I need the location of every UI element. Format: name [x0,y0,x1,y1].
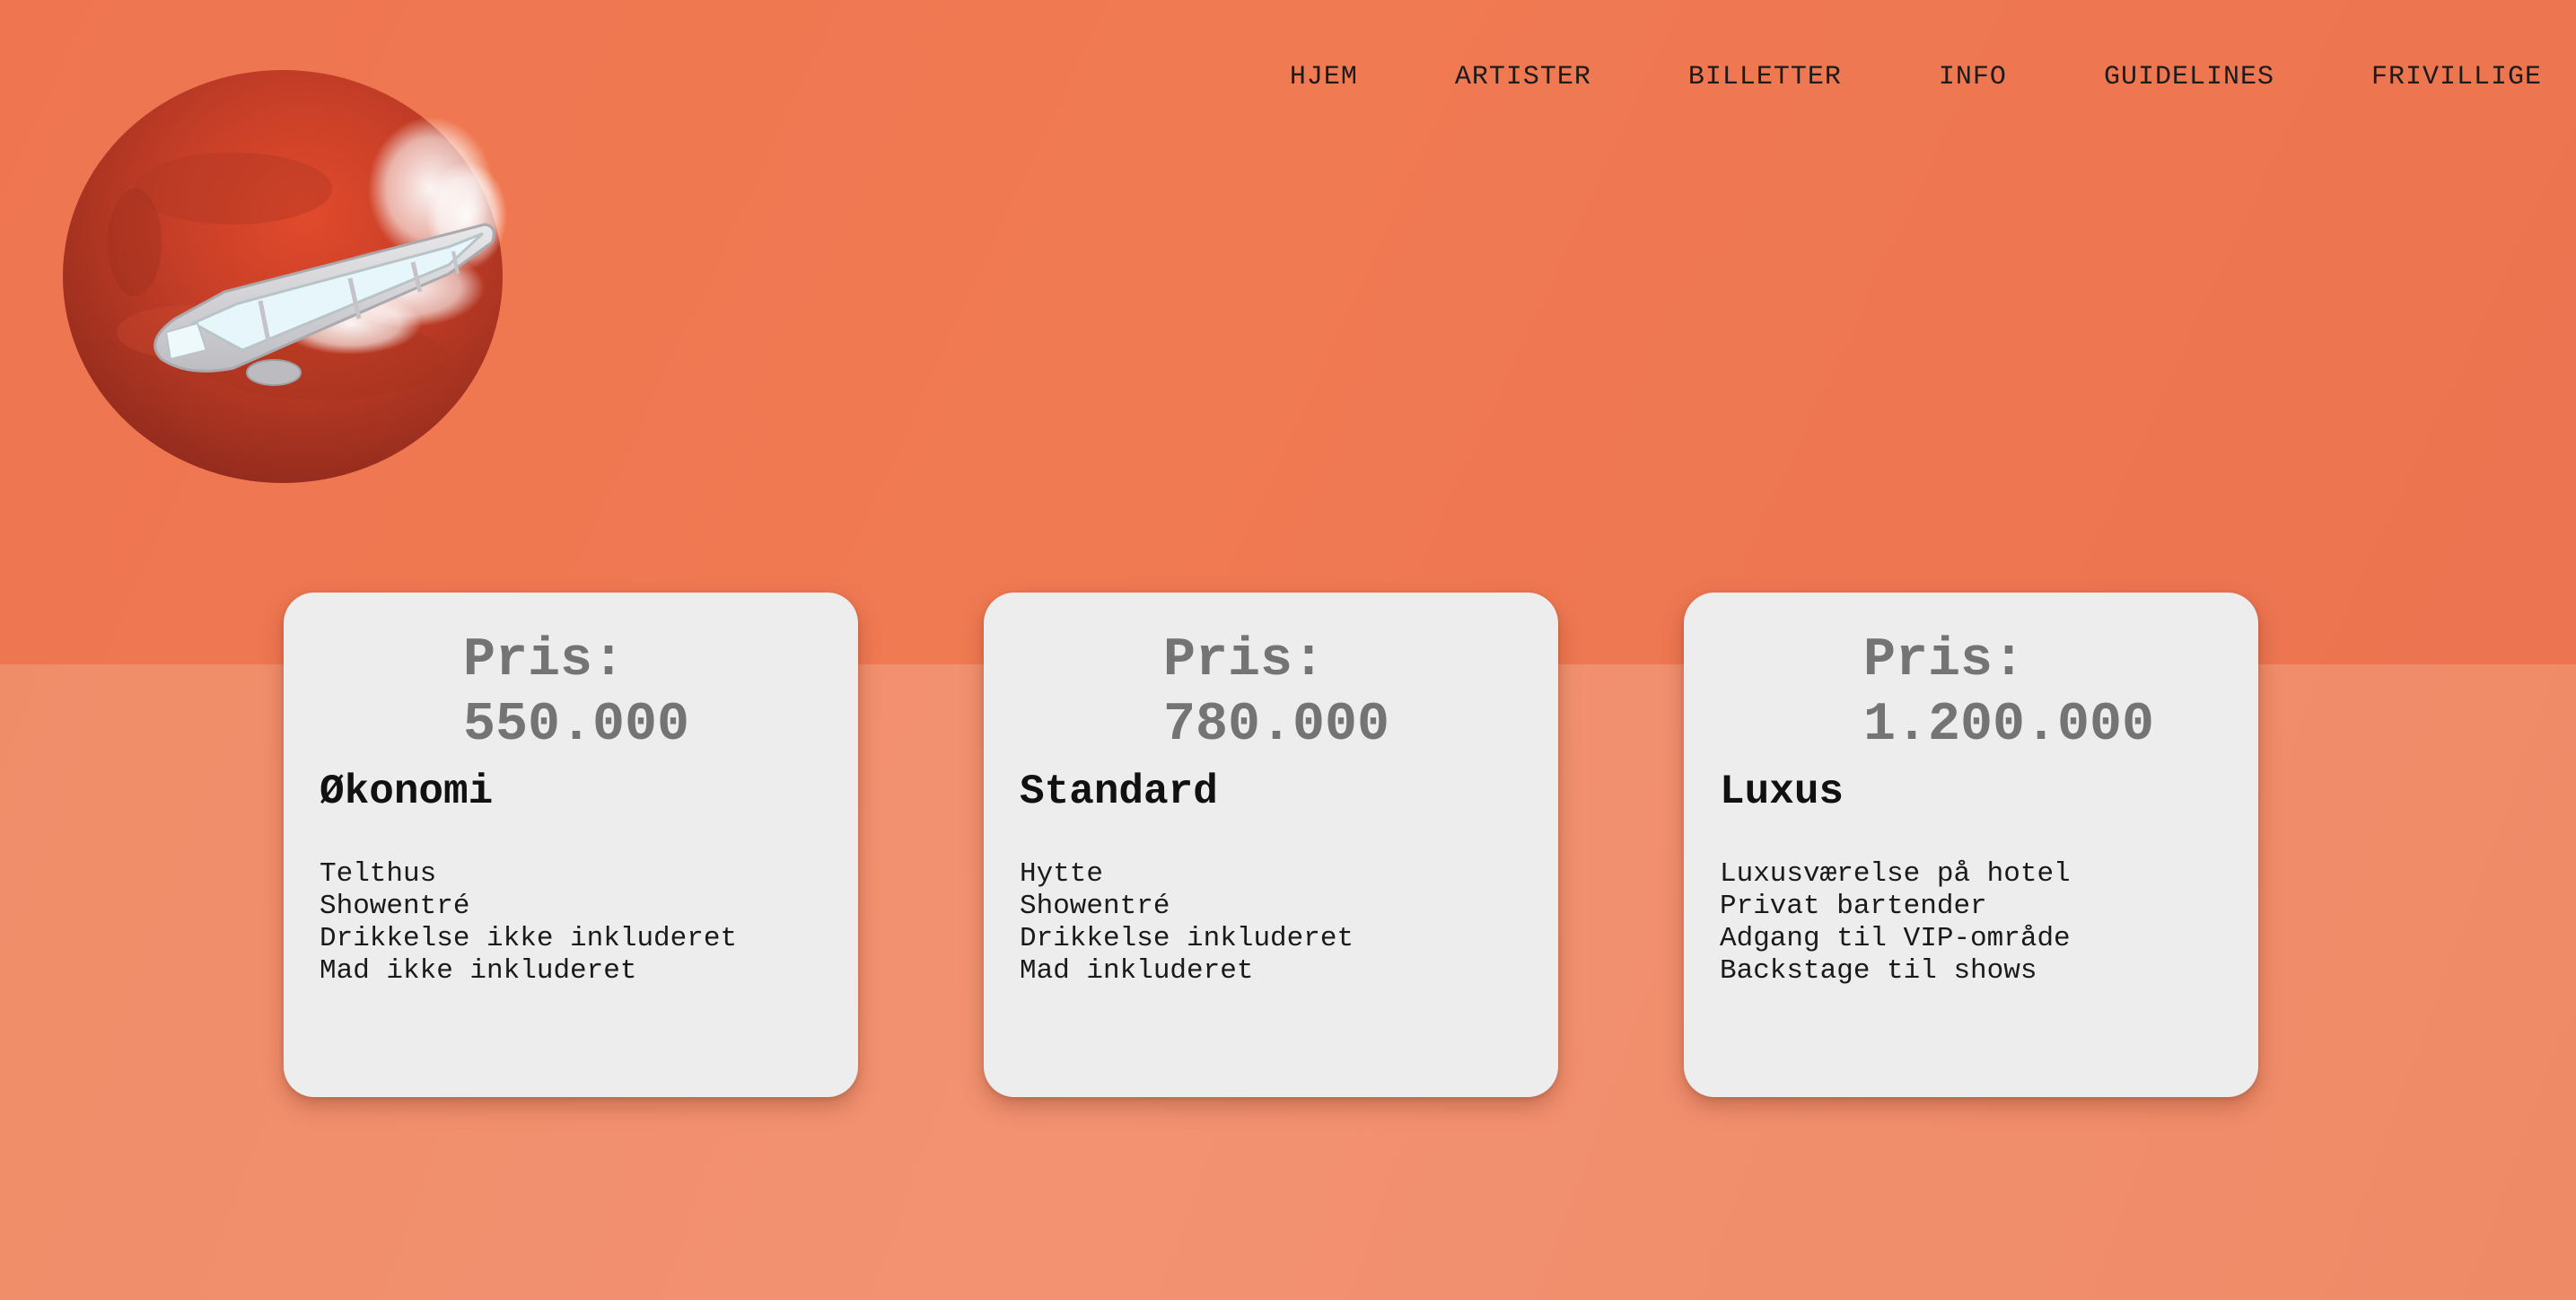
nav-item-billetter[interactable]: BILLETTER [1688,61,1842,93]
feature-item: Hytte [1020,858,1104,890]
nav-item-info[interactable]: INFO [1939,61,2007,93]
nav-item-frivillige[interactable]: FRIVILLIGE [2371,61,2542,93]
ticket-card-okonomi[interactable]: Pris: 550.000 Økonomi Telthus Showentré … [284,593,858,1097]
nav-item-hjem[interactable]: HJEM [1290,61,1358,93]
feature-list: Luxusværelse på hotel Privat bartender A… [1720,858,2071,988]
feature-item: Luxusværelse på hotel [1720,858,2071,890]
price-label: Pris: [1863,630,2026,691]
nav-item-artister[interactable]: ARTISTER [1455,61,1591,93]
price-value: 780.000 [1163,695,1390,756]
feature-item: Adgang til VIP-område [1720,923,2071,954]
feature-item: Showentré [1020,891,1170,922]
feature-item: Privat bartender [1720,891,1987,922]
feature-item: Backstage til shows [1720,955,2037,987]
nav-item-guidelines[interactable]: GUIDELINES [2104,61,2274,93]
feature-list: Telthus Showentré Drikkelse ikke inklude… [320,858,737,988]
feature-item: Telthus [320,858,437,890]
feature-list: Hytte Showentré Drikkelse inkluderet Mad… [1020,858,1354,988]
ticket-tier-name: Luxus [1720,769,1844,815]
price-value: 550.000 [463,695,690,756]
feature-item: Drikkelse ikke inkluderet [320,923,738,954]
main-navigation: HJEM ARTISTER BILLETTER INFO GUIDELINES … [1290,61,2542,93]
ticket-card-luxus[interactable]: Pris: 1.200.000 Luxus Luxusværelse på ho… [1684,593,2258,1097]
feature-item: Mad inkluderet [1020,955,1254,987]
planet-spaceship-logo[interactable] [54,63,539,494]
ticket-tier-name: Økonomi [320,769,494,815]
feature-item: Mad ikke inkluderet [320,955,637,987]
price-value: 1.200.000 [1863,695,2155,756]
ticket-card-standard[interactable]: Pris: 780.000 Standard Hytte Showentré D… [984,593,1558,1097]
feature-item: Showentré [320,891,470,922]
ticket-tier-name: Standard [1020,769,1218,815]
price-label: Pris: [463,630,626,691]
planet-spaceship-icon [63,70,507,483]
feature-item: Drikkelse inkluderet [1020,923,1354,954]
price-label: Pris: [1163,630,1326,691]
